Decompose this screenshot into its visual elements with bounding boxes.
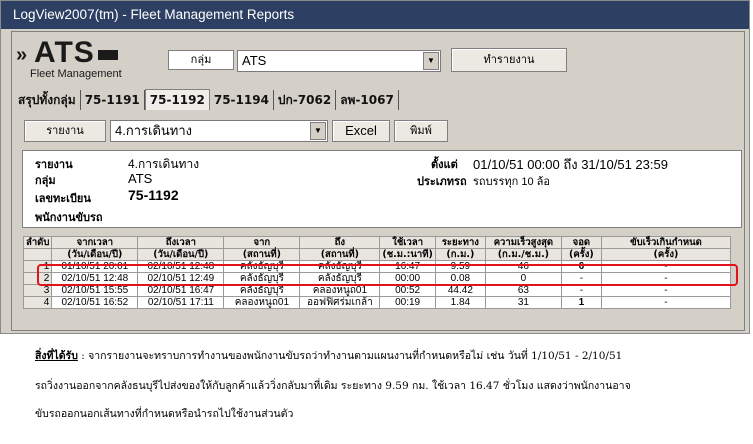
group-select[interactable]: ATS ▼: [237, 50, 441, 72]
cell-distance: 1.84: [434, 296, 486, 309]
cell-to-time: 02/10/51 16:47: [137, 284, 225, 297]
col-overspeed-unit: (ครั้ง): [600, 248, 732, 261]
chevron-down-icon[interactable]: ▼: [423, 52, 439, 70]
logo-subtitle: Fleet Management: [30, 68, 122, 80]
info-plate-key: เลขทะเบียน: [35, 192, 91, 205]
vehicle-tabs: สรุปทั้งกลุ่ม 75-1191 75-1192 75-1194 ปก…: [14, 88, 399, 110]
group-select-value: ATS: [242, 53, 267, 68]
logo-brand: ATS: [34, 36, 95, 69]
info-type-value: รถบรรทุก 10 ล้อ: [473, 176, 550, 188]
window-title: LogView2007(tm) - Fleet Management Repor…: [1, 1, 749, 29]
cell-duration: 00:52: [379, 284, 436, 297]
logo-block-icon: [98, 50, 118, 60]
col-index-unit: [22, 248, 53, 261]
table-row[interactable]: 4 02/10/51 16:52 02/10/51 17:11 คลองหนูถ…: [22, 296, 732, 309]
cell-index: 4: [22, 296, 53, 309]
cell-max-speed: 63: [484, 284, 562, 297]
report-select-value: 4.การเดินทาง: [115, 123, 192, 138]
cell-overspeed: -: [600, 284, 732, 297]
tab-75-1191[interactable]: 75-1191: [81, 90, 145, 110]
col-to-time[interactable]: ถึงเวลา: [137, 236, 225, 249]
info-plate-value: 75-1192: [128, 187, 179, 203]
cell-from-time: 02/10/51 15:55: [51, 284, 139, 297]
info-group-key: กลุ่ม: [35, 174, 56, 187]
table-header-row: ลำดับ จากเวลา ถึงเวลา จาก ถึง ใช้เวลา ระ…: [22, 236, 732, 249]
cell-to-place: ออฟฟิศร่มเกล้า: [299, 296, 381, 309]
tab-all[interactable]: สรุปทั้งกลุ่ม: [14, 90, 81, 110]
col-from-time-unit: (วัน/เดือน/ปี): [51, 248, 139, 261]
cell-max-speed: 31: [484, 296, 562, 309]
col-to-place-unit: (สถานที่): [299, 248, 381, 261]
tab-pk-7062[interactable]: ปก-7062: [274, 90, 337, 110]
col-overspeed[interactable]: ขับเร็วเกินกำหนด: [600, 236, 732, 249]
info-since-key: ตั้งแต่: [431, 158, 458, 171]
cell-stops: 1: [560, 296, 602, 309]
col-stops-unit: (ครั้ง): [560, 248, 602, 261]
col-to-time-unit: (วัน/เดือน/ปี): [137, 248, 225, 261]
cell-duration: 00:19: [379, 296, 436, 309]
chevron-down-icon[interactable]: ▼: [310, 122, 326, 140]
excel-button[interactable]: Excel: [332, 120, 390, 142]
table-row[interactable]: 3 02/10/51 15:55 02/10/51 16:47 คลังธัญบ…: [22, 284, 732, 297]
cell-from-place: คลองหนูถ01: [223, 296, 301, 309]
info-group-value: ATS: [128, 171, 153, 186]
note-line-2: รถวิ่งงานออกจากคลังธนบุรีไปส่งของให้กับล…: [35, 380, 631, 392]
tab-75-1194[interactable]: 75-1194: [210, 90, 274, 110]
table-header-units-row: (วัน/เดือน/ปี) (วัน/เดือน/ปี) (สถานที่) …: [22, 248, 732, 261]
col-max-speed-unit: (ก.ม./ช.ม.): [484, 248, 562, 261]
group-label: กลุ่ม: [168, 50, 234, 70]
cell-stops: -: [560, 284, 602, 297]
cell-overspeed: -: [600, 296, 732, 309]
col-distance[interactable]: ระยะทาง: [434, 236, 486, 249]
cell-to-time: 02/10/51 17:11: [137, 296, 225, 309]
col-index[interactable]: ลำดับ: [22, 236, 53, 249]
cell-index: 3: [22, 284, 53, 297]
tab-75-1192[interactable]: 75-1192: [144, 89, 210, 110]
signal-icon: »: [16, 44, 28, 66]
col-distance-unit: (ก.ม.): [434, 248, 486, 261]
tab-lp-1067[interactable]: ลพ-1067: [336, 90, 399, 110]
col-duration[interactable]: ใช้เวลา: [379, 236, 436, 249]
report-label: รายงาน: [24, 120, 106, 142]
col-duration-unit: (ช.ม.:นาที): [379, 248, 436, 261]
report-info-panel: รายงาน 4.การเดินทาง กลุ่ม ATS เลขทะเบียน…: [22, 150, 742, 228]
cell-distance: 44.42: [434, 284, 486, 297]
cell-from-place: คลังธัญบุรี: [223, 284, 301, 297]
note-line-3: ขับรถออกนอกเส้นทางที่กำหนดหรือนำรถไปใช้ง…: [35, 408, 294, 420]
col-from-time[interactable]: จากเวลา: [51, 236, 139, 249]
report-select[interactable]: 4.การเดินทาง ▼: [110, 120, 328, 142]
col-to-place[interactable]: ถึง: [299, 236, 381, 249]
col-from-place[interactable]: จาก: [223, 236, 301, 249]
cell-to-place: คลองหนูถ01: [299, 284, 381, 297]
col-stops[interactable]: จอด: [560, 236, 602, 249]
make-report-button[interactable]: ทำรายงาน: [451, 48, 567, 72]
cell-from-time: 02/10/51 16:52: [51, 296, 139, 309]
highlight-box: [37, 264, 738, 286]
note-text-1: : จากรายงานจะทราบการทำงานของพนักงานขับรถ…: [81, 350, 623, 362]
col-max-speed[interactable]: ความเร็วสูงสุด: [484, 236, 562, 249]
print-button[interactable]: พิมพ์: [394, 120, 448, 142]
ats-logo: » ATS Fleet Management: [16, 36, 156, 82]
col-from-place-unit: (สถานที่): [223, 248, 301, 261]
info-type-key: ประเภทรถ: [417, 175, 467, 188]
info-driver-key: พนักงานขับรถ: [35, 211, 103, 224]
note-line-1: สิ่งที่ได้รับ : จากรายงานจะทราบการทำงานข…: [35, 347, 622, 364]
note-title: สิ่งที่ได้รับ: [35, 350, 78, 362]
